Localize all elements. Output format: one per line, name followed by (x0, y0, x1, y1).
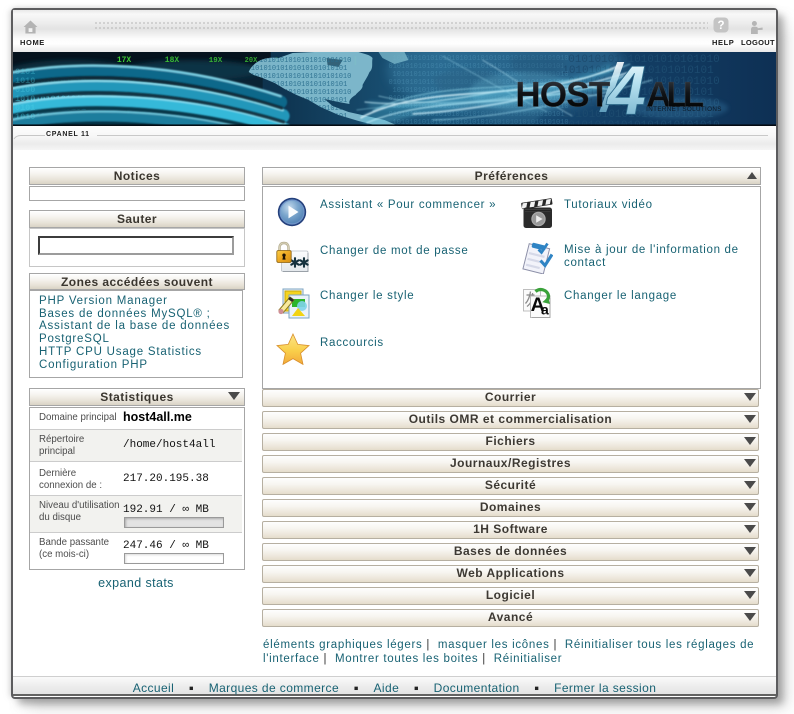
svg-text:1010: 1010 (15, 112, 35, 122)
svg-text:HOST: HOST (515, 75, 610, 114)
svg-text:4: 4 (605, 52, 646, 126)
svg-text:18X: 18X (165, 56, 180, 65)
svg-text:17X: 17X (117, 56, 132, 65)
svg-text:INTERNET SOLUTIONS: INTERNET SOLUTIONS (646, 106, 722, 113)
svg-text:19X: 19X (209, 57, 223, 65)
svg-text:a: a (541, 302, 549, 318)
svg-text:?: ? (717, 20, 724, 32)
svg-text:010101010101010101010101: 010101010101010101010101 (247, 65, 348, 73)
